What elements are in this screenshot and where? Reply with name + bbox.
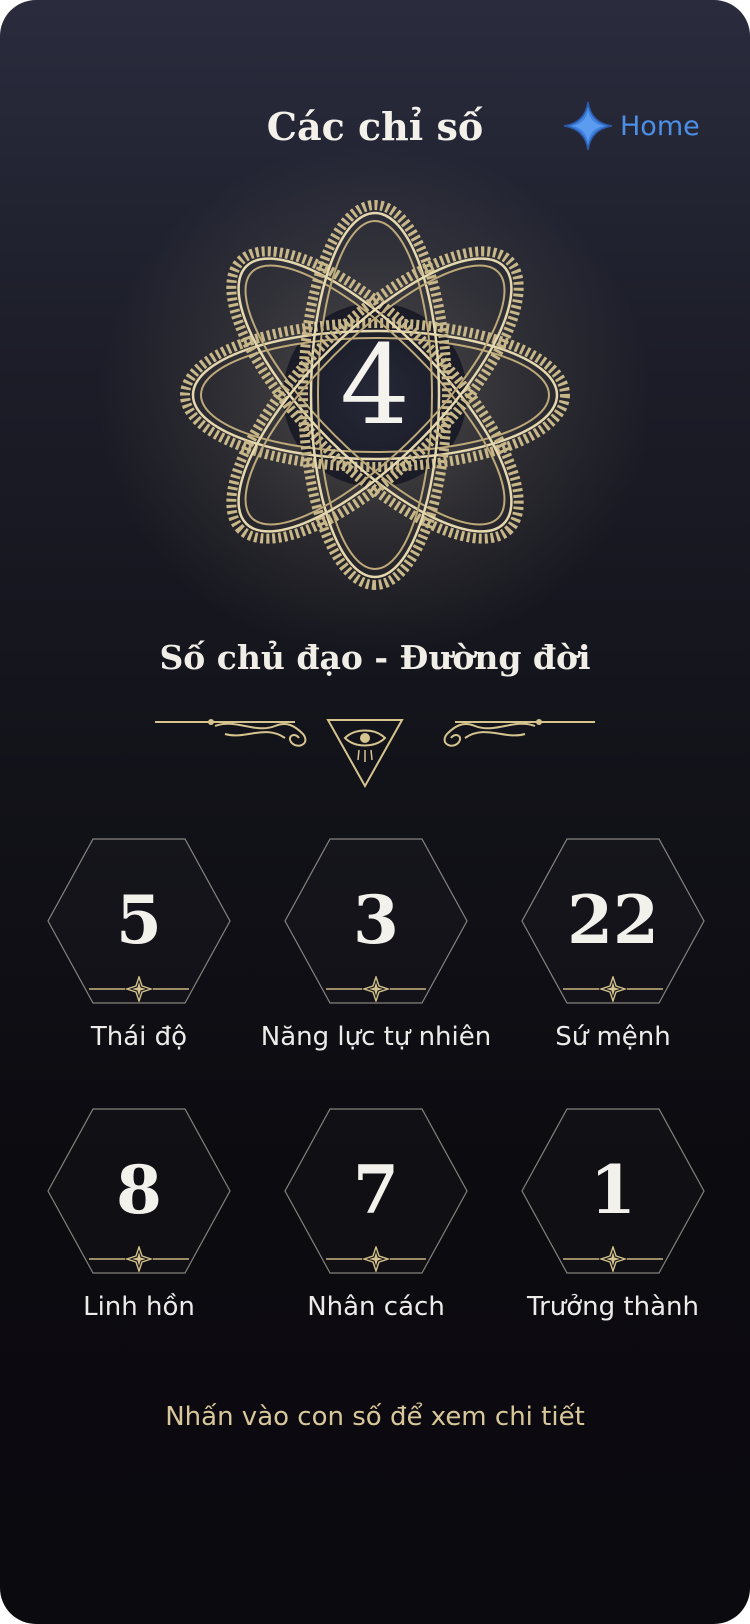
compass-star-icon	[326, 1246, 426, 1272]
compass-star-icon	[89, 1246, 189, 1272]
index-label: Linh hồn	[83, 1292, 195, 1322]
compass-star-icon	[89, 976, 189, 1002]
index-number: 7	[353, 1151, 399, 1229]
home-label: Home	[620, 110, 700, 142]
index-card-thai-do[interactable]: 5 Thái độ	[47, 838, 231, 1068]
index-card-linh-hon[interactable]: 8 Linh hồn	[47, 1108, 231, 1338]
compass-star-icon	[563, 1246, 663, 1272]
index-number: 1	[590, 1151, 636, 1229]
index-label: Sứ mệnh	[555, 1022, 671, 1052]
life-path-number[interactable]: 4	[0, 325, 750, 445]
index-label: Trưởng thành	[527, 1292, 699, 1322]
hint-text: Nhấn vào con số để xem chi tiết	[165, 1402, 585, 1432]
sparkle-star-icon	[563, 101, 613, 151]
index-label: Năng lực tự nhiên	[260, 1022, 492, 1052]
index-card-nang-luc-tu-nhien[interactable]: 3 Năng lực tự nhiên	[261, 838, 491, 1068]
index-number: 5	[116, 881, 162, 959]
life-path-caption: Số chủ đạo - Đường đời	[159, 638, 591, 677]
compass-star-icon	[563, 976, 663, 1002]
index-number: 22	[567, 881, 659, 959]
index-label: Nhân cách	[307, 1292, 445, 1322]
eye-of-providence-icon	[326, 719, 404, 789]
index-number: 3	[353, 881, 399, 959]
home-button[interactable]: Home	[560, 98, 700, 154]
screen: Các chỉ số Home 4 Số chủ đạo - Đường đời…	[0, 0, 750, 1624]
compass-star-icon	[326, 976, 426, 1002]
index-card-truong-thanh[interactable]: 1 Trưởng thành	[521, 1108, 705, 1338]
index-card-nhan-cach[interactable]: 7 Nhân cách	[284, 1108, 468, 1338]
index-label: Thái độ	[90, 1022, 188, 1052]
ornament-divider	[155, 719, 595, 789]
index-number: 8	[116, 1151, 162, 1229]
index-card-su-menh[interactable]: 22 Sứ mệnh	[521, 838, 705, 1068]
